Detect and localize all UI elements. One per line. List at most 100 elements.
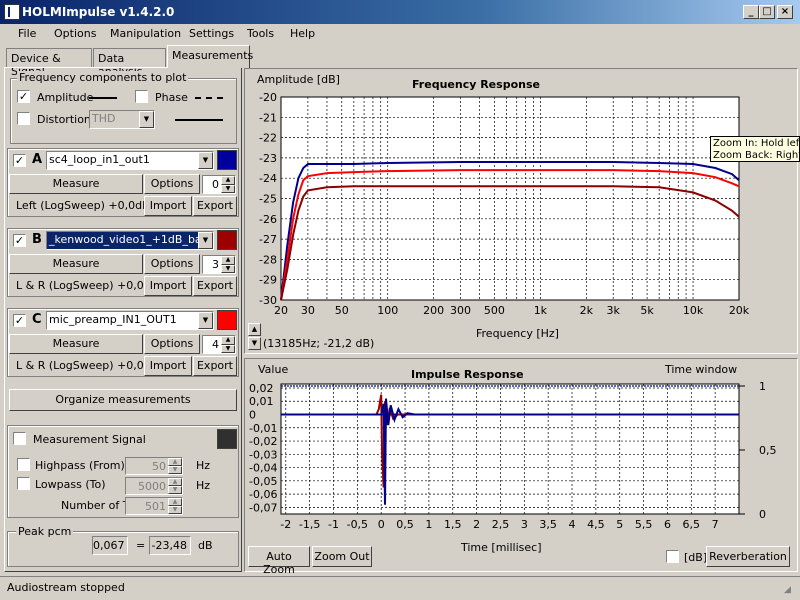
measurement-a-checkbox[interactable]: ✓ <box>13 154 26 167</box>
measurement-a-measure-button[interactable]: Measure <box>9 174 143 194</box>
stepper-up-icon[interactable]: ▲ <box>168 458 182 466</box>
measurement-c-import-button[interactable]: Import <box>144 356 192 376</box>
impulse-x-tick-label: 2,5 <box>492 518 510 531</box>
frequency-y-tick-label: -24 <box>259 172 277 185</box>
stepper-up-icon[interactable]: ▲ <box>168 498 182 506</box>
highpass-checkbox[interactable] <box>17 458 30 471</box>
lowpass-value: 5000 <box>138 480 166 493</box>
measurement-b-measure-button[interactable]: Measure <box>9 254 143 274</box>
db-checkbox[interactable] <box>666 550 679 563</box>
menu-options[interactable]: Options <box>54 27 96 40</box>
stepper-up-icon[interactable]: ▲ <box>221 176 235 185</box>
measurement-a-select[interactable]: sc4_loop_in1_out1 ▼ <box>46 151 214 170</box>
phase-label: Phase <box>155 91 188 104</box>
stepper-down-icon[interactable]: ▼ <box>221 344 235 353</box>
stepper-down-icon[interactable]: ▼ <box>221 264 235 273</box>
measurement-signal-checkbox[interactable] <box>13 432 26 445</box>
tab-measurements[interactable]: Measurements <box>167 45 253 68</box>
auto-zoom-button[interactable]: Auto Zoom <box>248 546 310 576</box>
measurement-c-export-button[interactable]: Export <box>193 356 237 376</box>
lowpass-stepper[interactable]: 5000 ▲ ▼ <box>125 477 183 495</box>
measurement-c-stepper-value: 4 <box>212 338 219 351</box>
tab-data-analysis[interactable]: Data analysis <box>93 48 166 78</box>
measurement-b-export-button[interactable]: Export <box>193 276 237 296</box>
window-title: HOLMImpulse v1.4.2.0 <box>22 5 175 19</box>
impulse-x-tick-label: 5,5 <box>635 518 653 531</box>
title-bar: HOLMImpulse v1.4.2.0 _ □ × <box>0 0 800 24</box>
measurement-b-import-button[interactable]: Import <box>144 276 192 296</box>
highpass-stepper[interactable]: 50 ▲ ▼ <box>125 457 183 475</box>
measurement-b-color-swatch[interactable] <box>217 230 237 250</box>
amplitude-line-sample <box>89 97 117 99</box>
stepper-up-icon[interactable]: ▲ <box>221 256 235 265</box>
measurement-a-color-swatch[interactable] <box>217 150 237 170</box>
impulse-x-tick-label: -1,5 <box>299 518 320 531</box>
zoom-out-button[interactable]: Zoom Out <box>312 546 372 567</box>
minimize-button[interactable]: _ <box>743 5 759 19</box>
stepper-up-icon[interactable]: ▲ <box>221 336 235 345</box>
maximize-button[interactable]: □ <box>759 5 775 19</box>
measurement-c-measure-button[interactable]: Measure <box>9 334 143 354</box>
phase-line-sample <box>195 97 223 99</box>
measurement-c-color-swatch[interactable] <box>217 310 237 330</box>
distortion-line-sample <box>175 119 223 121</box>
nav-up-button[interactable]: ▲ <box>248 323 261 336</box>
phase-checkbox[interactable] <box>135 90 148 103</box>
peak-db-unit: dB <box>198 539 213 552</box>
measurement-b-stepper[interactable]: 3 ▲ ▼ <box>202 255 236 274</box>
frequency-x-tick-label: 5k <box>640 304 654 317</box>
distortion-mode-select[interactable]: THD ▼ <box>89 110 155 129</box>
lowpass-checkbox[interactable] <box>17 477 30 490</box>
stepper-up-icon[interactable]: ▲ <box>168 478 182 486</box>
measurement-b-info: L & R (LogSweep) +0,0dB <box>16 279 159 292</box>
measurement-a-export-button[interactable]: Export <box>193 196 237 216</box>
measurement-c-options-button[interactable]: Options <box>144 334 200 354</box>
impulse-x-tick-label: -2 <box>280 518 291 531</box>
measurement-a-options-button[interactable]: Options <box>144 174 200 194</box>
frequency-y-tick-label: -22 <box>259 132 277 145</box>
frequency-response-chart[interactable]: -20-21-22-23-24-25-26-27-28-29-3020 30 50 1… <box>245 69 797 353</box>
impulse-y-tick-label: 0,01 <box>249 395 274 408</box>
frequency-x-tick-label: 20k <box>729 304 750 317</box>
measurement-signal-color-swatch[interactable] <box>217 429 237 449</box>
stepper-down-icon[interactable]: ▼ <box>168 466 182 474</box>
frequency-x-tick-label: 3k <box>607 304 621 317</box>
frequency-x-tick-label: 1k <box>534 304 548 317</box>
stepper-down-icon[interactable]: ▼ <box>168 486 182 494</box>
stepper-down-icon[interactable]: ▼ <box>168 506 182 514</box>
measurement-b-options-button[interactable]: Options <box>144 254 200 274</box>
measurement-b-checkbox[interactable]: ✓ <box>13 234 26 247</box>
impulse-x-tick-label: 6,5 <box>683 518 701 531</box>
measurement-a-import-button[interactable]: Import <box>144 196 192 216</box>
impulse-x-tick-label: 4 <box>569 518 576 531</box>
tab-device-signal[interactable]: Device & Signal <box>6 48 92 78</box>
impulse-response-chart[interactable]: -2 -1,5 -1 -0,5 0 0,5 1 1,5 2 2,5 3 3,5 4 4,5 5 5,5 6 6,5… <box>245 359 797 571</box>
close-button[interactable]: × <box>777 5 793 19</box>
impulse-x-tick-label: 0,5 <box>396 518 414 531</box>
measurement-c-stepper[interactable]: 4 ▲ ▼ <box>202 335 236 354</box>
taps-stepper[interactable]: 501 ▲ ▼ <box>125 497 183 515</box>
menu-tools[interactable]: Tools <box>247 27 274 40</box>
frequency-y-tick-label: -25 <box>259 193 277 206</box>
measurement-c-checkbox[interactable]: ✓ <box>13 314 26 327</box>
impulse-y-tick-label: 0,02 <box>249 382 274 395</box>
menu-help[interactable]: Help <box>290 27 315 40</box>
menu-settings[interactable]: Settings <box>189 27 234 40</box>
distortion-checkbox[interactable] <box>17 112 30 125</box>
frequency-y-tick-label: -29 <box>259 274 277 287</box>
menu-file[interactable]: File <box>18 27 36 40</box>
stepper-down-icon[interactable]: ▼ <box>221 184 235 193</box>
measurement-a-info: Left (LogSweep) +0,0dB <box>16 199 150 212</box>
measurement-a-letter: A <box>32 152 43 167</box>
measurement-a-stepper[interactable]: 0 ▲ ▼ <box>202 175 236 194</box>
frequency-x-tick-label: 2k <box>580 304 594 317</box>
reverberation-button[interactable]: Reverberation <box>706 546 790 567</box>
peak-pcm-value: 0,067 <box>92 536 128 555</box>
resize-grip-icon[interactable]: ◢ <box>784 585 791 595</box>
measurement-b-select[interactable]: _kenwood_video1_+1dB_bass ▼ <box>46 231 214 250</box>
menu-manipulation[interactable]: Manipulation <box>110 27 181 40</box>
nav-down-button[interactable]: ▼ <box>248 337 261 350</box>
measurement-c-select[interactable]: mic_preamp_IN1_OUT1 ▼ <box>46 311 214 330</box>
organize-measurements-button[interactable]: Organize measurements <box>9 389 237 411</box>
amplitude-checkbox[interactable]: ✓ <box>17 90 30 103</box>
